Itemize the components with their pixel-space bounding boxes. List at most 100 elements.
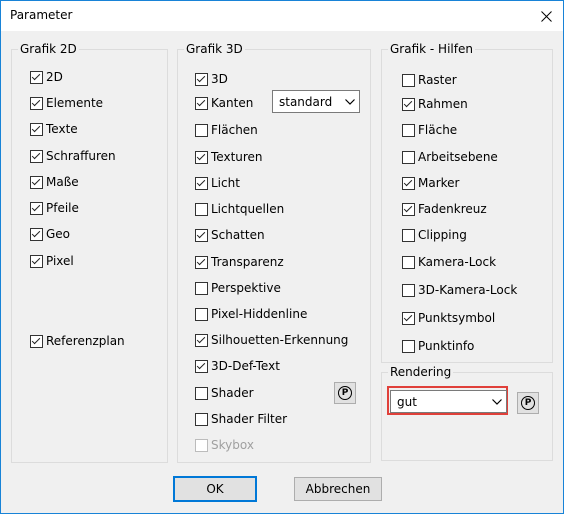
checkbox-shader-filter[interactable]: Shader Filter	[195, 410, 287, 428]
checkbox-licht[interactable]: Licht	[195, 174, 240, 192]
checkbox-perspektive[interactable]: Perspektive	[195, 279, 281, 297]
shader-p-label: P	[341, 388, 349, 398]
checkbox-flaeche[interactable]: Fläche	[402, 121, 457, 139]
checkbox-box[interactable]	[195, 386, 208, 400]
group-title-grafik-3d: Grafik 3D	[184, 42, 245, 56]
checkbox-kamera-lock[interactable]: Kamera-Lock	[402, 253, 496, 271]
window-title: Parameter	[10, 8, 73, 22]
checkbox-box[interactable]	[195, 333, 208, 347]
checkbox-box[interactable]	[30, 149, 43, 163]
checkbox-pixel-hiddenline[interactable]: Pixel-Hiddenline	[195, 305, 307, 323]
checkbox-transparenz[interactable]: Transparenz	[195, 253, 284, 271]
checkbox-pixel[interactable]: Pixel	[30, 252, 74, 270]
checkbox-referenzplan[interactable]: Referenzplan	[30, 332, 125, 350]
checkbox-box[interactable]	[402, 150, 415, 164]
checkbox-box[interactable]	[195, 202, 208, 216]
checkbox-box[interactable]	[195, 150, 208, 164]
p-icon: P	[338, 386, 352, 400]
checkbox-box[interactable]	[195, 359, 208, 373]
checkbox-box[interactable]	[30, 70, 43, 84]
checkbox-marker[interactable]: Marker	[402, 174, 459, 192]
checkbox-shader[interactable]: Shader	[195, 384, 254, 402]
checkbox-box[interactable]	[402, 176, 415, 190]
checkbox-2d[interactable]: 2D	[30, 68, 63, 86]
rendering-select-value: gut	[397, 394, 417, 409]
checkbox-box[interactable]	[195, 96, 208, 110]
shader-p-button[interactable]: P	[334, 382, 356, 404]
checkbox-box[interactable]	[30, 201, 43, 215]
checkbox-3d[interactable]: 3D	[195, 70, 228, 88]
rendering-p-button[interactable]: P	[517, 392, 539, 414]
checkbox-box[interactable]	[402, 123, 415, 137]
checkbox-box[interactable]	[402, 255, 415, 269]
checkbox-masse[interactable]: Maße	[30, 173, 79, 191]
chevron-down-icon	[488, 398, 506, 405]
checkbox-skybox: Skybox	[195, 436, 254, 454]
title-bar: Parameter	[1, 1, 563, 31]
checkbox-label: Pixel-Hiddenline	[211, 307, 308, 321]
checkbox-lichtquellen[interactable]: Lichtquellen	[195, 200, 284, 218]
checkbox-box[interactable]	[195, 307, 208, 321]
checkbox-label: Geo	[46, 227, 71, 241]
checkbox-label: Maße	[46, 175, 79, 189]
checkbox-box[interactable]	[402, 228, 415, 242]
checkbox-texte[interactable]: Texte	[30, 120, 78, 138]
checkbox-fadenkreuz[interactable]: Fadenkreuz	[402, 200, 487, 218]
checkbox-box[interactable]	[402, 97, 415, 111]
checkbox-box[interactable]	[402, 73, 415, 87]
group-title-grafik-2d: Grafik 2D	[18, 42, 79, 56]
checkbox-arbeitsebene[interactable]: Arbeitsebene	[402, 148, 498, 166]
checkbox-label: Texturen	[211, 150, 263, 164]
checkbox-clipping[interactable]: Clipping	[402, 226, 467, 244]
checkbox-box[interactable]	[195, 255, 208, 269]
checkbox-box[interactable]	[30, 254, 43, 268]
checkbox-raster[interactable]: Raster	[402, 71, 457, 89]
p-icon: P	[521, 396, 535, 410]
ok-button-label: OK	[206, 482, 224, 496]
chevron-down-icon	[341, 98, 359, 105]
checkbox-schraffuren[interactable]: Schraffuren	[30, 147, 116, 165]
checkbox-schatten[interactable]: Schatten	[195, 226, 265, 244]
group-title-grafik-hilfen: Grafik - Hilfen	[388, 42, 475, 56]
checkbox-box[interactable]	[195, 123, 208, 137]
checkbox-box[interactable]	[195, 176, 208, 190]
close-button[interactable]	[529, 1, 563, 31]
checkbox-box[interactable]	[402, 339, 415, 353]
kanten-select[interactable]: standard	[272, 90, 360, 113]
checkbox-kanten[interactable]: Kanten	[195, 94, 253, 112]
checkbox-box[interactable]	[30, 122, 43, 136]
checkbox-box[interactable]	[195, 72, 208, 86]
checkbox-box[interactable]	[402, 311, 415, 325]
checkbox-geo[interactable]: Geo	[30, 225, 70, 243]
rendering-select[interactable]: gut	[390, 390, 507, 413]
checkbox-label: Pfeile	[46, 201, 79, 215]
ok-button[interactable]: OK	[173, 476, 257, 502]
checkbox-3d-def-text[interactable]: 3D-Def-Text	[195, 357, 280, 375]
checkbox-box[interactable]	[195, 228, 208, 242]
checkbox-flaechen[interactable]: Flächen	[195, 121, 258, 139]
checkbox-box[interactable]	[402, 283, 415, 297]
checkbox-punktinfo[interactable]: Punktinfo	[402, 337, 474, 355]
checkbox-elemente[interactable]: Elemente	[30, 94, 103, 112]
checkbox-label: Rahmen	[418, 97, 468, 111]
checkbox-box[interactable]	[30, 96, 43, 110]
checkbox-box[interactable]	[30, 227, 43, 241]
checkbox-box[interactable]	[195, 281, 208, 295]
checkbox-box[interactable]	[195, 412, 208, 426]
checkbox-3d-kamera-lock[interactable]: 3D-Kamera-Lock	[402, 281, 517, 299]
checkbox-box[interactable]	[402, 202, 415, 216]
checkbox-label: Punktsymbol	[418, 311, 496, 325]
checkbox-pfeile[interactable]: Pfeile	[30, 199, 79, 217]
checkbox-punktsymbol[interactable]: Punktsymbol	[402, 309, 495, 327]
checkbox-label: Perspektive	[211, 281, 281, 295]
checkbox-box[interactable]	[30, 175, 43, 189]
checkbox-silhouetten-erkennung[interactable]: Silhouetten-Erkennung	[195, 331, 348, 349]
checkbox-label: Silhouetten-Erkennung	[211, 333, 349, 347]
checkbox-texturen[interactable]: Texturen	[195, 148, 263, 166]
cancel-button[interactable]: Abbrechen	[294, 477, 382, 501]
checkbox-box[interactable]	[30, 334, 43, 348]
close-icon	[540, 10, 552, 22]
checkbox-rahmen[interactable]: Rahmen	[402, 95, 468, 113]
checkbox-label: Shader	[211, 386, 254, 400]
checkbox-label: Lichtquellen	[211, 202, 285, 216]
